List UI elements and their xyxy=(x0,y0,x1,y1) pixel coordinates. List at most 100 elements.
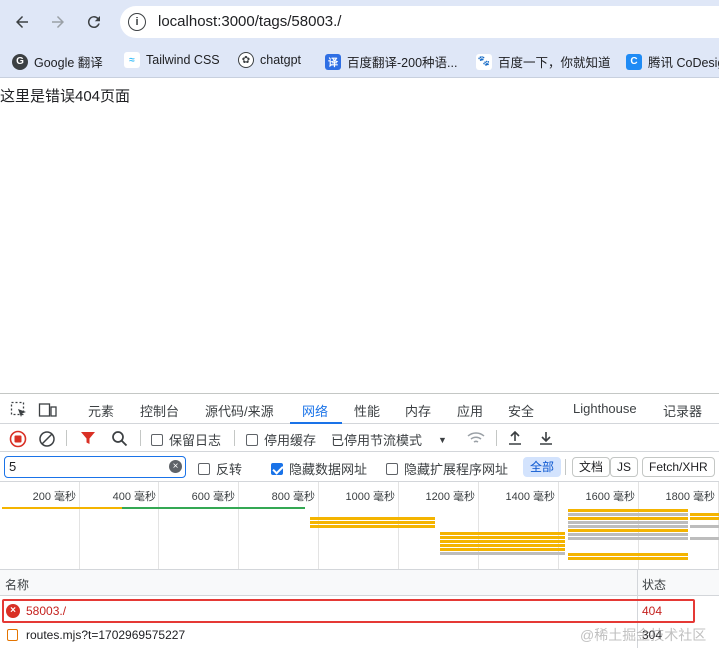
bookmark-chatgpt[interactable]: ✿ chatgpt xyxy=(238,52,301,68)
back-button[interactable] xyxy=(10,10,34,34)
disable-cache-label: 停用缓存 xyxy=(264,433,317,448)
bookmark-baidu-translate[interactable]: 译 百度翻译-200种语... xyxy=(325,52,457,71)
watermark: @稀土掘金技术社区 xyxy=(580,627,707,643)
hide-data-urls-checkbox[interactable]: 隐藏数据网址 xyxy=(271,459,367,478)
divider xyxy=(565,459,566,475)
timeline-tick: 1000 毫秒 xyxy=(345,491,395,503)
reload-button[interactable] xyxy=(82,10,106,34)
timeline-tick: 600 毫秒 xyxy=(191,491,235,503)
invert-checkbox[interactable]: 反转 xyxy=(198,459,242,478)
tab-console[interactable]: 控制台 xyxy=(140,401,179,420)
tab-memory[interactable]: 内存 xyxy=(405,401,431,420)
filter-type-doc[interactable]: 文档 xyxy=(572,457,611,477)
timeline-request-bar xyxy=(440,532,565,535)
timeline-request-bar xyxy=(310,517,435,520)
divider xyxy=(140,430,141,446)
filter-row: 5 × 反转 隐藏数据网址 隐藏扩展程序网址 全部 文档 JS Fetch/XH… xyxy=(0,452,719,482)
tab-lighthouse[interactable]: Lighthouse xyxy=(573,401,637,416)
browser-toolbar: i localhost:3000/tags/58003./ xyxy=(0,0,719,44)
tab-elements[interactable]: 元素 xyxy=(88,401,114,420)
timeline-request-bar xyxy=(568,525,688,528)
url-text[interactable]: localhost:3000/tags/58003./ xyxy=(158,13,341,30)
highlight-annotation-box xyxy=(2,599,695,623)
checkbox-checked-icon[interactable] xyxy=(271,462,283,475)
checkbox-icon[interactable] xyxy=(198,462,210,475)
throttling-select[interactable]: 已停用节流模式 ▼ xyxy=(331,430,447,449)
tab-performance[interactable]: 性能 xyxy=(354,401,380,420)
dropdown-arrow-icon: ▼ xyxy=(438,434,447,445)
bookmark-google-translate[interactable]: G Google 翻译 xyxy=(12,52,103,71)
timeline-request-bar xyxy=(690,537,719,540)
address-bar[interactable]: i localhost:3000/tags/58003./ xyxy=(120,6,719,38)
column-header-status[interactable]: 状态 xyxy=(642,576,666,593)
filter-type-fetch-xhr[interactable]: Fetch/XHR xyxy=(642,457,715,477)
filter-type-js[interactable]: JS xyxy=(610,457,639,477)
timeline-request-bar xyxy=(440,536,565,539)
timeline-request-bar xyxy=(310,521,435,524)
hide-extension-urls-checkbox[interactable]: 隐藏扩展程序网址 xyxy=(386,459,508,478)
inspect-element-icon[interactable] xyxy=(10,401,28,419)
tab-recorder[interactable]: 记录器 xyxy=(663,401,702,420)
stop-recording-icon[interactable] xyxy=(9,430,27,448)
hide-data-urls-label: 隐藏数据网址 xyxy=(289,462,368,477)
timeline-request-bar xyxy=(568,553,688,556)
timeline-tick: 1400 毫秒 xyxy=(505,491,555,503)
invert-label: 反转 xyxy=(216,462,243,477)
chatgpt-icon: ✿ xyxy=(238,52,254,68)
timeline-request-bar xyxy=(440,544,565,547)
tab-application[interactable]: 应用 xyxy=(457,401,483,420)
network-overview-timeline[interactable]: 200 毫秒 400 毫秒 600 毫秒 800 毫秒 1000 毫秒 1200… xyxy=(0,482,719,570)
tab-sources[interactable]: 源代码/来源 xyxy=(205,401,274,420)
timeline-request-bar xyxy=(568,533,688,536)
forward-button[interactable] xyxy=(46,10,70,34)
export-har-icon[interactable] xyxy=(538,430,554,446)
timeline-request-bar xyxy=(690,525,719,528)
timeline-tick: 800 毫秒 xyxy=(271,491,315,503)
checkbox-icon[interactable] xyxy=(151,433,163,446)
preserve-log-checkbox[interactable]: 保留日志 xyxy=(151,430,221,449)
timeline-request-bar xyxy=(310,525,435,528)
filter-icon[interactable] xyxy=(80,430,96,446)
timeline-request-bar xyxy=(440,552,565,555)
filter-input[interactable]: 5 xyxy=(4,456,186,478)
timeline-request-bar xyxy=(568,513,688,516)
tab-security[interactable]: 安全 xyxy=(508,401,534,420)
baidu-translate-icon: 译 xyxy=(325,53,341,70)
timeline-tick: 400 毫秒 xyxy=(112,491,156,503)
google-translate-icon: G xyxy=(12,53,28,70)
network-conditions-icon[interactable] xyxy=(466,430,486,446)
bookmark-label: chatgpt xyxy=(260,53,302,67)
divider xyxy=(496,430,497,446)
timeline-gridline xyxy=(79,482,80,569)
bookmark-baidu[interactable]: 🐾 百度一下，你就知道 xyxy=(476,52,611,71)
disable-cache-checkbox[interactable]: 停用缓存 xyxy=(246,430,316,449)
timeline-request-bar xyxy=(690,517,719,520)
bookmark-codesign[interactable]: C 腾讯 CoDesign xyxy=(626,52,719,71)
import-har-icon[interactable] xyxy=(507,430,523,446)
script-file-icon xyxy=(7,629,18,641)
timeline-request-bar xyxy=(568,517,688,520)
bookmark-tailwind[interactable]: ≈ Tailwind CSS xyxy=(124,52,220,68)
checkbox-icon[interactable] xyxy=(246,433,258,446)
device-toolbar-icon[interactable] xyxy=(38,401,58,419)
clear-filter-icon[interactable]: × xyxy=(169,460,182,473)
bookmark-label: 百度一下，你就知道 xyxy=(498,56,611,70)
timeline-gridline xyxy=(238,482,239,569)
site-info-icon[interactable]: i xyxy=(128,13,146,31)
timeline-tick: 1800 毫秒 xyxy=(665,491,715,503)
timeline-request-bar xyxy=(2,507,122,509)
codesign-icon: C xyxy=(626,53,642,70)
page-error-text: 这里是错误404页面 xyxy=(0,88,131,105)
checkbox-icon[interactable] xyxy=(386,462,398,475)
column-header-name[interactable]: 名称 xyxy=(5,576,29,593)
timeline-tick: 1600 毫秒 xyxy=(585,491,635,503)
search-icon[interactable] xyxy=(111,430,128,447)
tab-network[interactable]: 网络 xyxy=(302,401,328,420)
arrow-left-icon xyxy=(16,16,28,28)
timeline-tick: 200 毫秒 xyxy=(32,491,76,503)
request-name[interactable]: routes.mjs?t=1702969575227 xyxy=(26,628,185,642)
timeline-tick: 1200 毫秒 xyxy=(425,491,475,503)
clear-icon[interactable] xyxy=(38,430,56,448)
filter-type-all[interactable]: 全部 xyxy=(523,457,562,477)
bookmark-label: Google 翻译 xyxy=(34,56,103,70)
